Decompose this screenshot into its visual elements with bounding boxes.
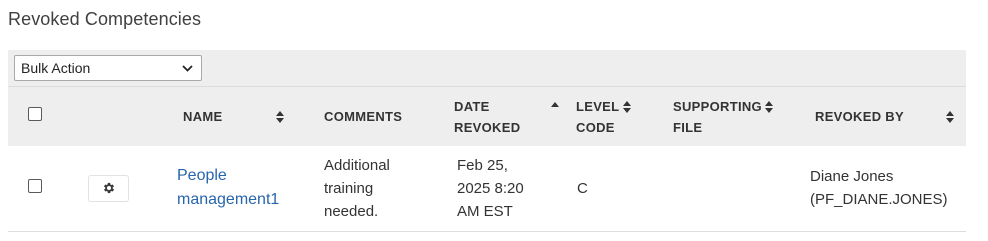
level-code-value: C	[577, 179, 588, 197]
column-header-date-revoked[interactable]: DATE REVOKED	[448, 87, 570, 146]
column-header-revoked-by[interactable]: REVOKED BY	[809, 87, 966, 146]
column-header-level-label-1: LEVEL	[576, 98, 620, 114]
sort-icon[interactable]	[623, 100, 632, 113]
table-row: People management1 Additional training n…	[8, 146, 966, 231]
row-level-code-cell: C	[570, 146, 667, 231]
column-header-level-label-2: CODE	[576, 119, 615, 135]
row-date-cell: Feb 25, 2025 8:20 AM EST	[448, 146, 570, 231]
revoked-by-line-2: (PF_DIANE.JONES)	[810, 191, 948, 209]
row-select-cell	[8, 146, 72, 231]
row-supporting-file-cell	[667, 146, 809, 231]
bulk-action-value: Bulk Action	[21, 60, 91, 76]
column-header-name-label: NAME	[183, 109, 223, 124]
row-revoked-by-cell: Diane Jones (PF_DIANE.JONES)	[809, 146, 966, 231]
column-header-comments-label: COMMENTS	[324, 109, 403, 124]
bulk-action-select[interactable]: Bulk Action	[14, 55, 202, 81]
select-all-header	[8, 87, 72, 146]
comments-line-3: needed.	[324, 202, 379, 220]
row-checkbox[interactable]	[28, 178, 42, 193]
revoked-by-line-1: Diane Jones	[810, 168, 894, 186]
sort-icon[interactable]	[276, 110, 285, 123]
column-header-file-label-1: SUPPORTING	[673, 98, 762, 114]
column-header-date-label-2: REVOKED	[454, 119, 521, 135]
date-line-1: Feb 25,	[457, 156, 508, 174]
competency-link[interactable]: People management1	[177, 164, 319, 212]
column-header-name[interactable]: NAME	[173, 87, 319, 146]
sort-icon[interactable]	[764, 100, 773, 113]
date-line-3: AM EST	[457, 202, 513, 220]
gear-icon	[103, 183, 114, 194]
competency-name-line-1: People	[177, 167, 227, 185]
sort-icon[interactable]	[945, 110, 954, 123]
column-header-supporting-file[interactable]: SUPPORTING FILE	[667, 87, 809, 146]
column-header-comments: COMMENTS	[319, 87, 448, 146]
revoked-competencies-grid: Bulk Action NAME COMMENTS DATE REVOKED L…	[8, 50, 966, 232]
competency-name-line-2: management1	[177, 191, 280, 209]
sort-ascending-icon[interactable]	[551, 101, 560, 107]
row-comments-cell: Additional training needed.	[319, 146, 448, 231]
column-header-revoked-by-label: REVOKED BY	[815, 109, 904, 124]
row-name-cell[interactable]: People management1	[173, 146, 319, 231]
actions-header	[72, 87, 173, 146]
row-actions-cell	[72, 146, 173, 231]
row-actions-button[interactable]	[88, 174, 129, 202]
grid-toolbar: Bulk Action	[8, 50, 966, 87]
competencies-table: NAME COMMENTS DATE REVOKED LEVEL CODE SU…	[8, 87, 966, 232]
column-header-level-code[interactable]: LEVEL CODE	[570, 87, 667, 146]
table-header-row: NAME COMMENTS DATE REVOKED LEVEL CODE SU…	[8, 87, 966, 146]
select-all-checkbox[interactable]	[28, 107, 42, 121]
column-header-date-label-1: DATE	[454, 98, 490, 114]
comments-line-2: training	[324, 179, 374, 197]
chevron-down-icon	[182, 64, 193, 72]
column-header-file-label-2: FILE	[673, 119, 703, 135]
comments-line-1: Additional	[324, 156, 390, 174]
page-title: Revoked Competencies	[8, 9, 202, 29]
date-line-2: 2025 8:20	[457, 179, 524, 197]
